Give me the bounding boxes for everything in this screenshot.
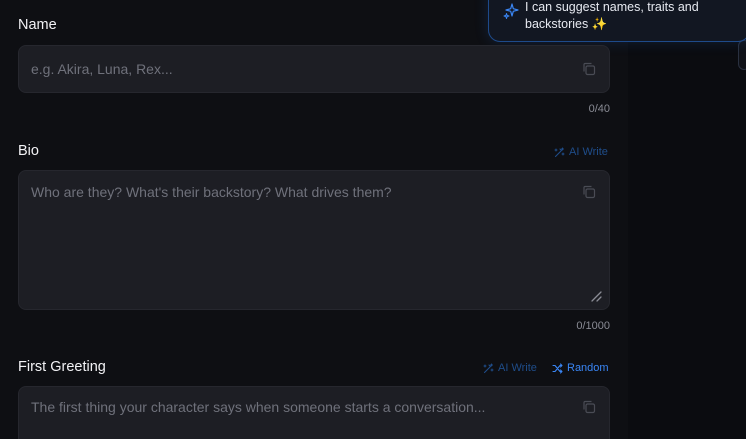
name-input[interactable]: e.g. Akira, Luna, Rex...	[18, 45, 610, 93]
greeting-random-button[interactable]: Random	[552, 362, 609, 374]
bio-char-counter: 0/1000	[576, 320, 610, 332]
name-placeholder: e.g. Akira, Luna, Rex...	[31, 61, 173, 77]
ai-assistant-message: I can suggest names, traits and backstor…	[525, 0, 699, 31]
first-greeting-placeholder: The first thing your character says when…	[31, 399, 486, 415]
name-char-counter: 0/40	[588, 103, 610, 115]
resize-grip-icon[interactable]	[590, 290, 602, 302]
bio-textarea[interactable]: Who are they? What's their backstory? Wh…	[18, 170, 610, 310]
copy-icon[interactable]	[582, 400, 596, 414]
bio-ai-write-button[interactable]: AI Write	[554, 146, 608, 158]
copy-icon[interactable]	[582, 185, 596, 199]
ai-assistant-bubble[interactable]: I can suggest names, traits and backstor…	[488, 0, 746, 42]
greeting-random-label: Random	[567, 362, 609, 374]
bio-ai-write-label: AI Write	[569, 146, 608, 158]
first-greeting-textarea[interactable]: The first thing your character says when…	[18, 386, 610, 439]
side-panel-edge	[738, 40, 746, 70]
shuffle-icon	[552, 362, 563, 374]
copy-icon[interactable]	[582, 62, 596, 76]
sparkle-icon	[503, 3, 519, 19]
greeting-ai-write-label: AI Write	[498, 362, 537, 374]
name-label: Name	[18, 17, 57, 33]
magic-wand-icon	[554, 146, 565, 157]
bio-label: Bio	[18, 143, 39, 159]
bio-placeholder: Who are they? What's their backstory? Wh…	[31, 184, 392, 200]
first-greeting-label: First Greeting	[18, 359, 106, 375]
greeting-ai-write-button[interactable]: AI Write	[483, 362, 537, 374]
side-panel	[628, 40, 746, 439]
magic-wand-icon	[483, 362, 494, 373]
character-form-page: I can suggest names, traits and backstor…	[0, 0, 746, 439]
